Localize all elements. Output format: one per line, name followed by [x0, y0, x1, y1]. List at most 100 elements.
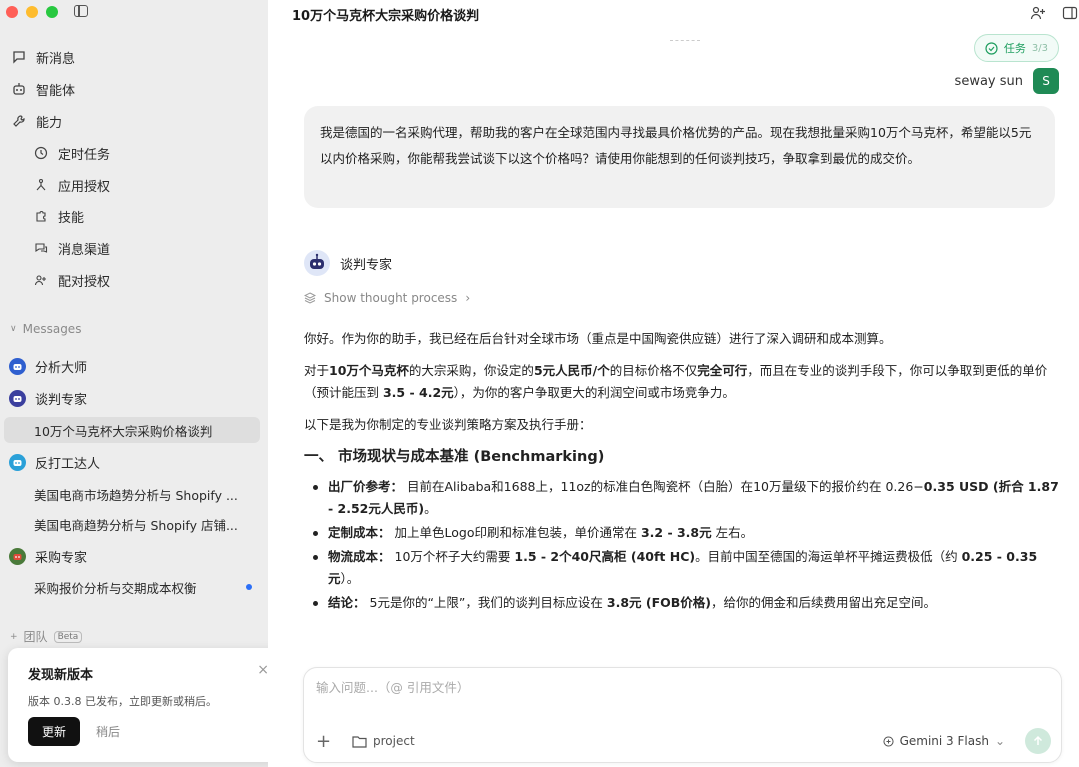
unread-dot [246, 584, 252, 590]
chat-channel-icon [32, 239, 50, 257]
close-window-button[interactable] [6, 6, 18, 18]
task-count: 3/3 [1031, 42, 1048, 54]
agent-name: 谈判专家 [35, 392, 88, 408]
assistant-name: 谈判专家 [340, 257, 393, 273]
list-item: 结论： 5元是你的“上限”，我们的谈判目标应设在 3.8元 (FOB价格)，给你… [304, 592, 1064, 614]
panel-toggle-icon[interactable] [1061, 4, 1079, 22]
later-button[interactable]: 稍后 [96, 723, 120, 740]
chat-input[interactable] [316, 680, 1016, 695]
conversation-title: 美国电商市场趋势分析与 Shopify ... [34, 487, 238, 503]
agent-avatar [9, 547, 26, 565]
section-label: 团队 [23, 630, 48, 644]
nav-item-new-message[interactable]: 新消息 [8, 43, 260, 71]
clock-icon [32, 144, 50, 162]
agent-avatar [9, 389, 26, 407]
chevron-down-icon: ⌄ [994, 734, 1005, 748]
task-label: 任务 [1003, 42, 1026, 55]
folder-icon [352, 735, 367, 748]
user-pair-icon [32, 271, 50, 289]
window-controls [6, 6, 58, 18]
plus-icon: + [10, 631, 18, 642]
nav-item-label: 应用授权 [58, 179, 111, 195]
toast-title: 发现新版本 [28, 668, 94, 683]
show-thought-process-toggle[interactable]: Show thought process › [304, 291, 470, 305]
message-icon [10, 48, 28, 66]
nav-item-label: 消息渠道 [58, 242, 111, 258]
agent-item-analyst[interactable]: 分析大师 [4, 353, 260, 379]
model-selector[interactable]: Gemini 3 Flash ⌄ [883, 734, 1005, 748]
team-section-header[interactable]: + 团队 Beta [10, 628, 83, 645]
user-message-header: seway sun S [955, 68, 1059, 94]
nav-item-label: 定时任务 [58, 147, 111, 163]
list-item: 定制成本： 加上单色Logo印刷和标准包装，单价通常在 3.2 - 3.8元 左… [304, 522, 1064, 544]
maximize-window-button[interactable] [46, 6, 58, 18]
nav-item-app-auth[interactable]: 应用授权 [8, 171, 260, 199]
agent-avatar [9, 357, 26, 375]
attach-button[interactable]: + [316, 731, 336, 752]
agent-name: 分析大师 [35, 360, 88, 376]
scroll-indicator [670, 40, 700, 42]
nav-item-label: 技能 [58, 210, 85, 226]
task-badge[interactable]: 任务 3/3 [973, 34, 1059, 62]
conversation-title: 采购报价分析与交期成本权衡 [34, 580, 197, 596]
bullet-list: 出厂价参考： 目前在Alibaba和1688上，11oz的标准白色陶瓷杯（白胎）… [304, 476, 1064, 614]
network-icon [32, 176, 50, 194]
nav-item-label: 能力 [36, 115, 63, 131]
add-user-icon[interactable] [1029, 4, 1047, 22]
nav-item-skills[interactable]: 技能 [8, 202, 260, 230]
conversation-title: 10万个马克杯大宗采购价格谈判 [292, 9, 480, 24]
user-name: seway sun [954, 73, 1023, 89]
composer: + project Gemini 3 Flash ⌄ [303, 667, 1062, 763]
nav-item-capabilities[interactable]: 能力 [8, 107, 260, 135]
scroll-fade [268, 636, 1079, 660]
nav-item-label: 新消息 [36, 51, 76, 67]
toast-actions: 更新 稍后 [28, 717, 120, 746]
wrench-icon [10, 112, 28, 130]
thought-label: Show thought process [324, 291, 458, 305]
conversation-item[interactable]: 美国电商市场趋势分析与 Shopify ... [4, 481, 260, 507]
messages-section-header[interactable]: ∨ Messages [10, 322, 81, 336]
toast-description: 版本 0.3.8 已发布，立即更新或稍后。 [28, 695, 217, 708]
conversation-item[interactable]: 美国电商趋势分析与 Shopify 店铺... [4, 511, 260, 537]
update-toast: 发现新版本 版本 0.3.8 已发布，立即更新或稍后。 × 更新 稍后 [8, 648, 283, 762]
minimize-window-button[interactable] [26, 6, 38, 18]
nav-item-message-channels[interactable]: 消息渠道 [8, 234, 260, 262]
robot-icon [10, 80, 28, 98]
agent-name: 反打工达人 [35, 456, 101, 472]
list-item: 出厂价参考： 目前在Alibaba和1688上，11oz的标准白色陶瓷杯（白胎）… [304, 476, 1064, 520]
nav-item-scheduled-tasks[interactable]: 定时任务 [8, 139, 260, 167]
answer-paragraph: 以下是我为你制定的专业谈判策略方案及执行手册： [304, 417, 592, 432]
project-label: project [373, 734, 415, 748]
chevron-down-icon: ∨ [10, 324, 17, 334]
nav-item-pairing-auth[interactable]: 配对授权 [8, 266, 260, 294]
top-toolbar [1029, 4, 1079, 22]
update-button[interactable]: 更新 [28, 717, 81, 746]
agent-item-anti-worker[interactable]: 反打工达人 [4, 449, 260, 475]
assistant-avatar [304, 250, 330, 276]
check-circle-icon [985, 41, 998, 55]
section-label: Messages [22, 322, 82, 336]
assistant-answer: 你好。作为你的助手，我已经在后台针对全球市场（重点是中国陶瓷供应链）进行了深入调… [304, 328, 1064, 616]
conversation-title: 10万个马克杯大宗采购价格谈判 [34, 423, 213, 439]
nav-item-label: 智能体 [36, 83, 76, 99]
puzzle-icon [32, 207, 50, 225]
agent-item-negotiator[interactable]: 谈判专家 [4, 385, 260, 411]
conversation-item-selected[interactable]: 10万个马克杯大宗采购价格谈判 [4, 417, 260, 443]
agent-item-procurement[interactable]: 采购专家 [4, 543, 260, 569]
composer-toolbar: + project Gemini 3 Flash ⌄ [316, 728, 1051, 754]
nav-item-agents[interactable]: 智能体 [8, 75, 260, 103]
answer-paragraph: 你好。作为你的助手，我已经在后台针对全球市场（重点是中国陶瓷供应链）进行了深入调… [304, 331, 892, 346]
model-icon [883, 736, 894, 747]
conversation-item[interactable]: 采购报价分析与交期成本权衡 [4, 574, 260, 600]
main-panel: 10万个马克杯大宗采购价格谈判 任务 3/3 seway sun S 我是德国的… [268, 0, 1079, 767]
layers-icon [304, 292, 316, 304]
conversation-title: 美国电商趋势分析与 Shopify 店铺... [34, 517, 238, 533]
sidebar-toggle-icon[interactable] [74, 5, 88, 17]
assistant-header: 谈判专家 [304, 250, 392, 276]
project-button[interactable]: project [352, 734, 415, 748]
agent-name: 采购专家 [35, 550, 88, 566]
avatar: S [1033, 68, 1059, 94]
model-name: Gemini 3 Flash [899, 734, 989, 748]
send-button[interactable] [1025, 728, 1051, 754]
answer-paragraph: 对于10万个马克杯的大宗采购，你设定的5元人民币/个的目标价格不仅完全可行，而且… [304, 363, 1048, 400]
